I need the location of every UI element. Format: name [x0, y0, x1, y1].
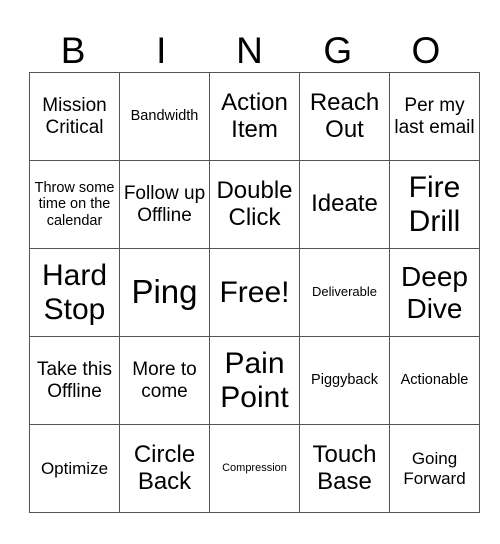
card-row: Hard Stop Ping Free! Deliverable Deep Di… — [29, 248, 480, 337]
bingo-cell[interactable]: Throw some time on the calendar — [29, 160, 120, 249]
header-letter-i: I — [156, 30, 167, 71]
header-letter-o: O — [411, 30, 441, 71]
bingo-cell[interactable]: Optimize — [29, 424, 120, 513]
bingo-cell[interactable]: Pain Point — [209, 336, 300, 425]
card-row: Take this Offline More to come Pain Poin… — [29, 336, 480, 425]
bingo-cell[interactable]: Ideate — [299, 160, 390, 249]
bingo-cell[interactable]: Going Forward — [389, 424, 480, 513]
card-row: Throw some time on the calendar Follow u… — [29, 160, 480, 249]
bingo-cell[interactable]: Ping — [119, 248, 210, 337]
bingo-cell[interactable]: Piggyback — [299, 336, 390, 425]
free-space-cell[interactable]: Free! — [209, 248, 300, 337]
bingo-cell[interactable]: Hard Stop — [29, 248, 120, 337]
bingo-cell[interactable]: Compression — [209, 424, 300, 513]
bingo-cell[interactable]: Follow up Offline — [119, 160, 210, 249]
bingo-cell[interactable]: Double Click — [209, 160, 300, 249]
card-row: Optimize Circle Back Compression Touch B… — [29, 424, 480, 513]
header-letter-g: G — [323, 30, 353, 71]
bingo-header: B I N G O — [29, 30, 470, 72]
bingo-cell[interactable]: Deliverable — [299, 248, 390, 337]
bingo-cell[interactable]: Mission Critical — [29, 72, 120, 161]
card-row: Mission Critical Bandwidth Action Item R… — [29, 72, 480, 161]
bingo-card: Mission Critical Bandwidth Action Item R… — [29, 72, 480, 513]
bingo-cell[interactable]: Touch Base — [299, 424, 390, 513]
bingo-cell[interactable]: Fire Drill — [389, 160, 480, 249]
bingo-cell[interactable]: Take this Offline — [29, 336, 120, 425]
bingo-cell[interactable]: Action Item — [209, 72, 300, 161]
header-letter-n: N — [236, 30, 263, 71]
bingo-cell[interactable]: Reach Out — [299, 72, 390, 161]
bingo-cell[interactable]: Per my last email — [389, 72, 480, 161]
bingo-cell[interactable]: Actionable — [389, 336, 480, 425]
bingo-cell[interactable]: Bandwidth — [119, 72, 210, 161]
bingo-cell[interactable]: Deep Dive — [389, 248, 480, 337]
bingo-cell[interactable]: Circle Back — [119, 424, 210, 513]
header-letter-b: B — [60, 30, 86, 71]
bingo-cell[interactable]: More to come — [119, 336, 210, 425]
